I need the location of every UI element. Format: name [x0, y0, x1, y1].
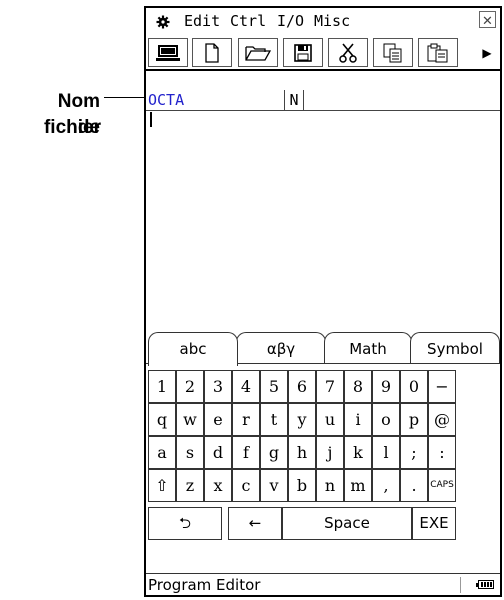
text-cursor — [150, 112, 152, 127]
key[interactable]: l — [372, 436, 400, 469]
key[interactable]: e — [204, 403, 232, 436]
copy-icon[interactable] — [373, 38, 413, 67]
key[interactable]: p — [400, 403, 428, 436]
key[interactable]: 8 — [344, 370, 372, 403]
key[interactable]: b — [288, 469, 316, 502]
key[interactable]: h — [288, 436, 316, 469]
key[interactable]: z — [176, 469, 204, 502]
key[interactable]: d — [204, 436, 232, 469]
key-row-bottom: ⮌ ← Space EXE — [148, 507, 500, 542]
key[interactable]: c — [232, 469, 260, 502]
key[interactable]: u — [316, 403, 344, 436]
new-file-icon[interactable] — [192, 38, 232, 67]
key[interactable]: 5 — [260, 370, 288, 403]
status-bar: Program Editor — [146, 573, 500, 596]
file-name: OCTA — [148, 91, 185, 109]
back-key[interactable]: ⮌ — [148, 507, 222, 540]
key[interactable]: 1 — [148, 370, 176, 403]
key[interactable]: q — [148, 403, 176, 436]
toolbar: ▶ — [146, 38, 500, 68]
key[interactable]: s — [176, 436, 204, 469]
open-folder-icon[interactable] — [238, 38, 278, 67]
key[interactable]: o — [372, 403, 400, 436]
close-icon[interactable]: ✕ — [479, 11, 496, 28]
menu-io[interactable]: I/O — [277, 8, 304, 34]
key[interactable]: @ — [428, 403, 456, 436]
tab-math[interactable]: Math — [324, 332, 412, 364]
key[interactable]: ; — [400, 436, 428, 469]
key[interactable]: 7 — [316, 370, 344, 403]
key[interactable]: 0 — [400, 370, 428, 403]
save-icon[interactable] — [283, 38, 323, 67]
key[interactable]: 2 — [176, 370, 204, 403]
key[interactable]: : — [428, 436, 456, 469]
menu-edit[interactable]: Edit — [184, 8, 220, 34]
exe-key[interactable]: EXE — [412, 507, 456, 540]
key-row-1: 1 2 3 4 5 6 7 8 9 0 − — [148, 370, 500, 405]
status-divider — [460, 577, 461, 593]
key[interactable]: 4 — [232, 370, 260, 403]
menu-bar: Edit Ctrl I/O Misc ✕ — [146, 8, 500, 34]
file-type: N — [284, 90, 304, 110]
tab-symbol[interactable]: Symbol — [410, 332, 500, 364]
caps-key[interactable]: CAPS — [428, 469, 456, 502]
key[interactable]: v — [260, 469, 288, 502]
key[interactable]: − — [428, 370, 456, 403]
key[interactable]: j — [316, 436, 344, 469]
space-key[interactable]: Space — [282, 507, 412, 540]
battery-icon — [476, 580, 494, 589]
tab-abc[interactable]: abc — [148, 332, 238, 366]
key[interactable]: 6 — [288, 370, 316, 403]
paste-icon[interactable] — [418, 38, 458, 67]
callout-label-2: fichier — [34, 115, 101, 141]
key[interactable]: 3 — [204, 370, 232, 403]
key[interactable]: y — [288, 403, 316, 436]
screen-icon[interactable] — [148, 38, 188, 67]
key[interactable]: g — [260, 436, 288, 469]
status-text: Program Editor — [148, 576, 261, 594]
cut-icon[interactable] — [328, 38, 368, 67]
key[interactable]: t — [260, 403, 288, 436]
backspace-key[interactable]: ← — [228, 507, 282, 540]
toolbar-more-icon[interactable]: ▶ — [474, 38, 500, 67]
key[interactable]: m — [344, 469, 372, 502]
key[interactable]: , — [372, 469, 400, 502]
toolbar-divider — [146, 69, 500, 71]
tab-greek[interactable]: αβγ — [236, 332, 326, 364]
key-row-3: a s d f g h j k l ; : — [148, 436, 500, 471]
key[interactable]: i — [344, 403, 372, 436]
key[interactable]: a — [148, 436, 176, 469]
key[interactable]: f — [232, 436, 260, 469]
key[interactable]: k — [344, 436, 372, 469]
menu-ctrl[interactable]: Ctrl — [230, 8, 266, 34]
program-editor-area[interactable] — [146, 110, 500, 328]
key[interactable]: r — [232, 403, 260, 436]
file-info-bar: OCTA N — [146, 90, 500, 111]
key[interactable]: . — [400, 469, 428, 502]
key-row-4: ⇧ z x c v b n m , . CAPS — [148, 469, 500, 504]
menu-misc[interactable]: Misc — [314, 8, 350, 34]
gear-icon[interactable] — [156, 8, 170, 34]
key[interactable]: 9 — [372, 370, 400, 403]
key[interactable]: x — [204, 469, 232, 502]
shift-key[interactable]: ⇧ — [148, 469, 176, 502]
key[interactable]: w — [176, 403, 204, 436]
key[interactable]: n — [316, 469, 344, 502]
calculator-screen: Edit Ctrl I/O Misc ✕ ▶ OCTA N abc αβγ Ma… — [144, 6, 502, 597]
callout-leader-left — [104, 97, 148, 98]
key-row-2: q w e r t y u i o p @ — [148, 403, 500, 438]
callout-line2: fichier — [43, 117, 101, 138]
keyboard-tabs: abc αβγ Math Symbol — [146, 330, 500, 366]
